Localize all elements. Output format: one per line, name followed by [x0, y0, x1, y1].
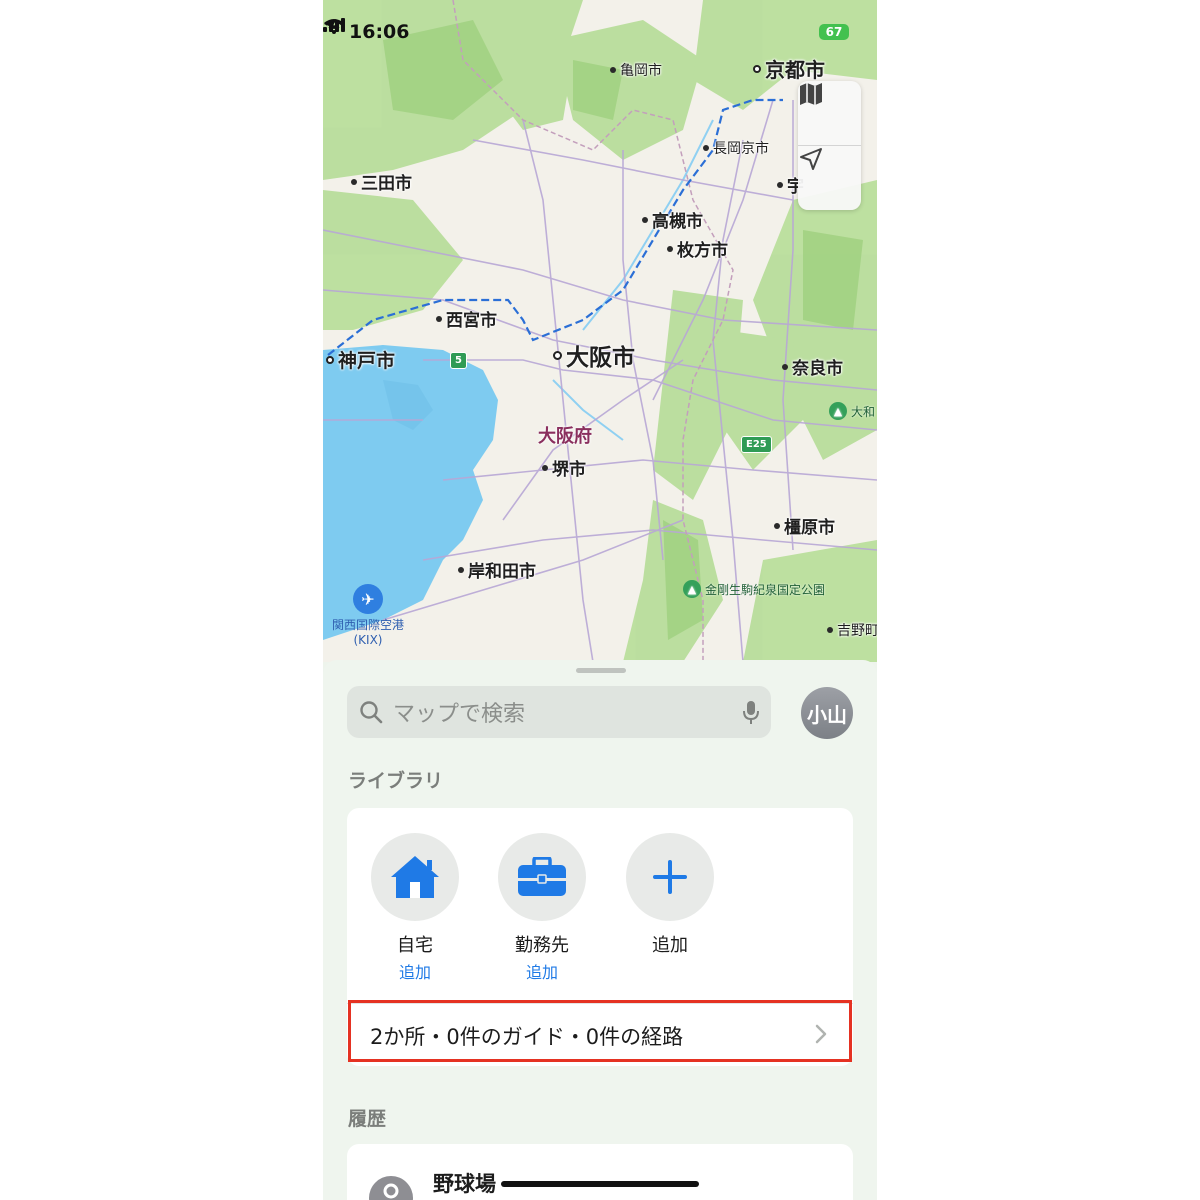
home-button[interactable] — [371, 833, 459, 921]
locate-me-button[interactable] — [798, 146, 861, 210]
search-placeholder: マップで検索 — [393, 702, 526, 727]
prefecture-label: 大阪府 — [538, 426, 592, 447]
park-label[interactable]: ▲ 金剛生駒紀泉国定公園 — [683, 580, 825, 598]
library-item-add-link[interactable]: 追加 — [497, 959, 587, 983]
annotation-highlight-box — [348, 1000, 852, 1062]
pin-icon — [369, 1176, 413, 1200]
library-item-label: 自宅 — [397, 935, 433, 956]
route-shield: 5 — [450, 352, 467, 369]
route-shield: E25 — [741, 436, 772, 453]
city-label[interactable]: 堺市 — [542, 455, 586, 480]
park-label-partial[interactable]: ▲ 大和 — [829, 402, 875, 420]
city-label[interactable]: 西宮市 — [436, 306, 497, 331]
city-label[interactable]: 三田市 — [351, 169, 412, 194]
bottom-sheet: マップで検索 小山 ライブラリ 自宅 追加 勤務先 追加 追加 2か所・0件のガ… — [323, 660, 877, 1200]
search-icon — [360, 701, 383, 724]
airport-name: 関西国際空港 — [331, 618, 404, 632]
history-title: 履歴 — [348, 1108, 387, 1130]
phone-screen: 亀岡市 京都市 長岡京市 宇 三田市 高槻市 枚方市 西宮市 神戸市 大阪市 奈… — [323, 0, 877, 1200]
tree-icon: ▲ — [683, 580, 701, 598]
status-bar: 16:06 67 — [323, 18, 877, 48]
pin-glyph — [383, 1183, 399, 1199]
library-item-label: 勤務先 — [515, 935, 569, 956]
avatar[interactable]: 小山 — [801, 687, 853, 739]
sheet-grabber[interactable] — [576, 668, 626, 673]
map-controls — [798, 81, 861, 210]
briefcase-icon — [518, 857, 566, 896]
map-mode-button[interactable] — [798, 81, 861, 145]
library-item-work[interactable]: 勤務先 追加 — [497, 833, 587, 983]
tree-icon: ▲ — [829, 402, 847, 420]
location-arrow-icon — [800, 148, 822, 170]
work-button[interactable] — [498, 833, 586, 921]
battery-icon: 67 — [819, 24, 849, 40]
city-label[interactable]: 岸和田市 — [458, 557, 536, 582]
map-icon — [800, 83, 822, 105]
map-view[interactable]: 亀岡市 京都市 長岡京市 宇 三田市 高槻市 枚方市 西宮市 神戸市 大阪市 奈… — [323, 0, 877, 662]
house-icon — [391, 856, 439, 898]
airplane-icon: ✈ — [353, 584, 383, 614]
status-time: 16:06 — [349, 21, 410, 43]
library-item-add-link[interactable]: 追加 — [370, 959, 460, 983]
airport-code: (KIX) — [353, 633, 383, 647]
library-item-home[interactable]: 自宅 追加 — [370, 833, 460, 983]
city-label[interactable]: 神戸市 — [326, 346, 395, 373]
history-item-name: 野球場 — [433, 1172, 496, 1196]
city-label[interactable]: 京都市 — [753, 54, 825, 83]
library-item-add[interactable]: 追加 — [625, 833, 715, 957]
city-label[interactable]: 長岡京市 — [703, 138, 769, 158]
home-indicator[interactable] — [501, 1181, 699, 1187]
history-card: 野球場 — [347, 1144, 853, 1200]
city-label[interactable]: 高槻市 — [642, 207, 703, 232]
city-label[interactable]: 枚方市 — [667, 236, 728, 261]
library-item-label: 追加 — [652, 935, 688, 956]
city-label[interactable]: 橿原市 — [774, 513, 835, 538]
search-bar[interactable]: マップで検索 — [347, 686, 771, 738]
library-title: ライブラリ — [348, 770, 444, 792]
plus-icon — [653, 860, 687, 894]
city-label[interactable]: 亀岡市 — [610, 60, 662, 80]
battery-level: 67 — [825, 25, 843, 39]
add-button[interactable] — [626, 833, 714, 921]
map-base — [323, 0, 877, 662]
airport-marker[interactable]: ✈ 関西国際空港 (KIX) — [323, 584, 413, 647]
city-label-osaka[interactable]: 大阪市 — [553, 338, 635, 372]
microphone-icon[interactable] — [743, 700, 759, 726]
city-label[interactable]: 奈良市 — [782, 354, 843, 379]
wifi-icon — [324, 19, 344, 34]
city-label[interactable]: 吉野町 — [827, 620, 877, 640]
